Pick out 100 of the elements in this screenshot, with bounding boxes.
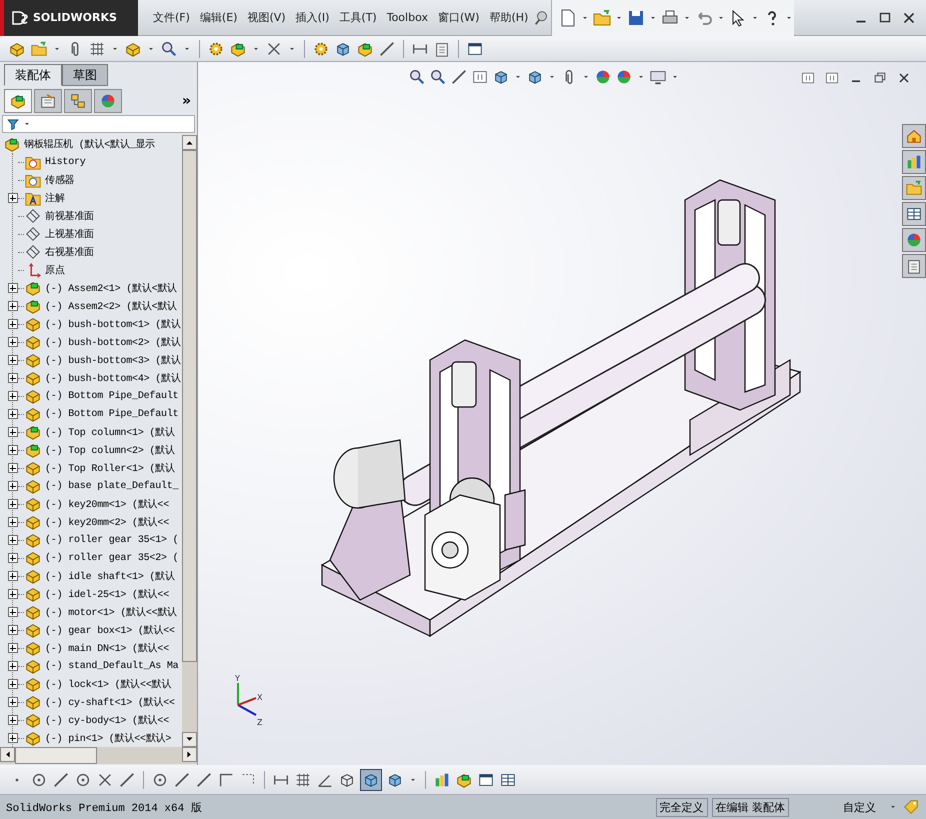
scroll-right-icon[interactable] bbox=[182, 747, 197, 762]
menu-item[interactable]: 帮助(H) bbox=[484, 10, 534, 25]
expand-toggle[interactable] bbox=[8, 463, 18, 473]
tree-item[interactable]: (-) Assem2<2> (默认<默认 bbox=[45, 299, 178, 313]
expand-toggle[interactable] bbox=[8, 589, 18, 599]
tree-item[interactable]: (-) stand_Default_As Ma bbox=[45, 660, 178, 672]
grid-icon[interactable] bbox=[88, 40, 106, 58]
expand-panel-button[interactable]: » bbox=[182, 93, 191, 109]
zoom-icon[interactable] bbox=[160, 40, 178, 58]
grid-icon[interactable] bbox=[294, 770, 312, 788]
zoom-icon[interactable] bbox=[429, 68, 447, 86]
tree-item[interactable]: 上视基准面 bbox=[45, 227, 94, 241]
menu-item[interactable]: 文件(F) bbox=[148, 10, 195, 25]
expand-toggle[interactable] bbox=[8, 697, 18, 707]
expand-toggle[interactable] bbox=[8, 301, 18, 311]
split-view-icon[interactable] bbox=[800, 70, 816, 86]
tree-item[interactable]: (-) bush-bottom<3> (默认 bbox=[45, 353, 181, 367]
tree-item[interactable]: (-) roller gear 35<2> ( bbox=[45, 552, 178, 564]
line-icon[interactable] bbox=[195, 770, 213, 788]
expand-toggle[interactable] bbox=[8, 499, 18, 509]
scroll-down-icon[interactable] bbox=[182, 732, 197, 747]
tree-item[interactable]: (-) cy-shaft<1> (默认<< bbox=[45, 695, 175, 709]
expand-toggle[interactable] bbox=[8, 409, 18, 419]
tree-item[interactable]: (-) Top column<2> (默认 bbox=[45, 443, 175, 457]
tree-item[interactable]: (-) key20mm<2> (默认<< bbox=[45, 515, 170, 529]
expand-toggle[interactable] bbox=[8, 625, 18, 635]
panel-tab[interactable]: 装配体 bbox=[4, 64, 62, 86]
tag-icon[interactable] bbox=[902, 798, 920, 816]
line-icon[interactable] bbox=[173, 770, 191, 788]
expand-toggle[interactable] bbox=[8, 319, 18, 329]
monitor-icon[interactable] bbox=[649, 68, 667, 86]
tree-item[interactable]: (-) bush-bottom<2> (默认 bbox=[45, 335, 181, 349]
cube-icon[interactable] bbox=[492, 68, 510, 86]
tree-item[interactable]: (-) Assem2<1> (默认<默认 bbox=[45, 281, 178, 295]
scroll-up-icon[interactable] bbox=[182, 135, 197, 150]
panel-tab[interactable]: 草图 bbox=[62, 64, 108, 86]
property-manager-tab[interactable] bbox=[34, 89, 62, 113]
tree-item[interactable]: (-) idle shaft<1> (默认 bbox=[45, 569, 175, 583]
tree-item[interactable]: 原点 bbox=[45, 263, 65, 277]
gear-icon[interactable] bbox=[207, 40, 225, 58]
expand-toggle[interactable] bbox=[8, 571, 18, 581]
tree-item[interactable]: (-) Bottom Pipe_Default bbox=[45, 408, 178, 420]
tree-item[interactable]: (-) Bottom Pipe_Default bbox=[45, 390, 178, 402]
line-icon[interactable] bbox=[378, 40, 396, 58]
split-view-icon[interactable] bbox=[471, 68, 489, 86]
cube-icon[interactable] bbox=[526, 68, 544, 86]
tree-item[interactable]: History bbox=[45, 156, 86, 168]
tree-item[interactable]: (-) bush-bottom<4> (默认 bbox=[45, 371, 181, 385]
menu-item[interactable]: 工具(T) bbox=[334, 10, 382, 25]
color-ball-icon[interactable] bbox=[615, 68, 633, 86]
configuration-tab[interactable] bbox=[64, 89, 92, 113]
tree-item[interactable]: 钢板辊压机 (默认<默认_显示 bbox=[24, 137, 156, 151]
menu-item[interactable]: 窗口(W) bbox=[432, 10, 484, 25]
horizontal-scrollbar[interactable] bbox=[0, 747, 197, 764]
tree-item[interactable]: (-) Top column<1> (默认 bbox=[45, 425, 175, 439]
tree-item[interactable]: (-) base plate_Default_ bbox=[45, 480, 178, 492]
tree-item[interactable]: (-) Top Roller<1> (默认 bbox=[45, 461, 175, 475]
menu-item[interactable]: Toolbox bbox=[382, 11, 433, 24]
tree-item[interactable]: (-) main DN<1> (默认<< bbox=[45, 641, 170, 655]
chart-icon[interactable] bbox=[433, 770, 451, 788]
scrollbar-thumb[interactable] bbox=[182, 150, 197, 662]
tree-item[interactable]: (-) roller gear 35<1> ( bbox=[45, 534, 178, 546]
display-manager-tab[interactable] bbox=[94, 89, 122, 113]
task-pane-tab[interactable] bbox=[902, 254, 926, 278]
expand-toggle[interactable] bbox=[8, 661, 18, 671]
feature-tree-tab[interactable] bbox=[4, 89, 32, 113]
tree-item[interactable]: (-) motor<1> (默认<<默认 bbox=[45, 605, 178, 619]
tree-item[interactable]: 右视基准面 bbox=[45, 245, 94, 259]
line-icon[interactable] bbox=[52, 770, 70, 788]
scroll-left-icon[interactable] bbox=[0, 747, 15, 762]
tree-item[interactable]: (-) pin<1> (默认<<默认> bbox=[45, 731, 172, 745]
task-pane-tab[interactable] bbox=[902, 202, 926, 226]
menu-item[interactable]: 编辑(E) bbox=[194, 10, 242, 25]
menu-item[interactable]: 视图(V) bbox=[242, 10, 291, 25]
expand-toggle[interactable] bbox=[8, 733, 18, 743]
expand-toggle[interactable] bbox=[8, 481, 18, 491]
tree-item[interactable]: (-) cy-body<1> (默认<< bbox=[45, 713, 170, 727]
expand-toggle[interactable] bbox=[8, 355, 18, 365]
line-icon[interactable] bbox=[118, 770, 136, 788]
expand-toggle[interactable] bbox=[8, 607, 18, 617]
scrollbar-thumb[interactable] bbox=[15, 747, 97, 764]
tree-item[interactable]: (-) gear box<1> (默认<< bbox=[45, 623, 175, 637]
units-button[interactable]: 自定义 bbox=[793, 800, 884, 814]
expand-toggle[interactable] bbox=[8, 679, 18, 689]
tree-item[interactable]: (-) bush-bottom<1> (默认 bbox=[45, 317, 181, 331]
color-ball-icon[interactable] bbox=[594, 68, 612, 86]
expand-toggle[interactable] bbox=[8, 373, 18, 383]
menu-item[interactable]: 插入(I) bbox=[290, 10, 334, 25]
tree-item[interactable]: 传感器 bbox=[45, 173, 74, 187]
tree-item[interactable]: (-) key20mm<1> (默认<< bbox=[45, 497, 170, 511]
expand-toggle[interactable] bbox=[8, 391, 18, 401]
tree-item[interactable]: (-) idel-25<1> (默认<< bbox=[45, 587, 170, 601]
line-icon[interactable] bbox=[450, 68, 468, 86]
vertical-scrollbar[interactable] bbox=[182, 135, 197, 747]
gear-icon[interactable] bbox=[312, 40, 330, 58]
expand-toggle[interactable] bbox=[8, 553, 18, 563]
expand-toggle[interactable] bbox=[8, 643, 18, 653]
expand-toggle[interactable] bbox=[8, 337, 18, 347]
tree-item[interactable]: 前视基准面 bbox=[45, 209, 94, 223]
expand-toggle[interactable] bbox=[8, 517, 18, 527]
